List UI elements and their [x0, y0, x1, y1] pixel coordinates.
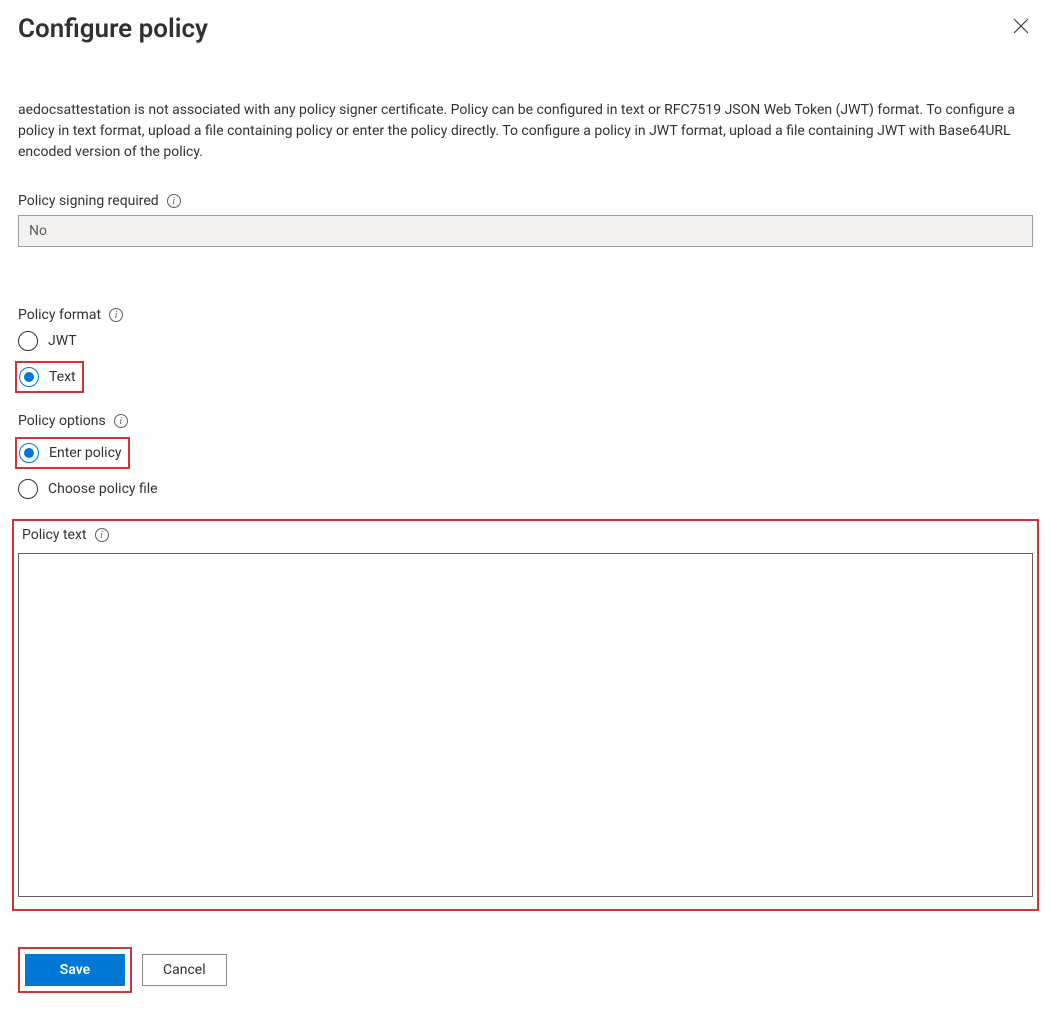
format-jwt-label: JWT: [48, 333, 77, 349]
radio-icon: [18, 331, 38, 351]
cancel-button[interactable]: Cancel: [142, 954, 227, 986]
format-text-label: Text: [49, 369, 76, 385]
info-icon[interactable]: i: [167, 194, 181, 208]
highlight-policy-text: Policy text i: [12, 519, 1039, 911]
options-enter-label: Enter policy: [49, 445, 122, 461]
close-icon: [1013, 18, 1029, 34]
radio-icon: [19, 367, 39, 387]
save-button[interactable]: Save: [25, 954, 125, 986]
button-row: Save Cancel: [18, 947, 1033, 993]
dialog-description: aedocsattestation is not associated with…: [18, 100, 1033, 163]
info-icon[interactable]: i: [95, 528, 109, 542]
signing-field: Policy signing required i: [18, 193, 1033, 247]
format-label: Policy format: [18, 307, 101, 323]
policy-text-input[interactable]: [18, 553, 1033, 897]
radio-icon: [19, 443, 39, 463]
options-choose-label: Choose policy file: [48, 481, 158, 497]
info-icon[interactable]: i: [109, 308, 123, 322]
format-field: Policy format i JWT Text: [18, 307, 1033, 393]
dialog-header: Configure policy: [18, 14, 1033, 44]
radio-icon: [18, 479, 38, 499]
options-radio-choose[interactable]: Choose policy file: [18, 479, 1033, 499]
info-icon[interactable]: i: [114, 414, 128, 428]
signing-label: Policy signing required: [18, 193, 159, 209]
signing-input: [18, 215, 1033, 247]
dialog-title: Configure policy: [18, 14, 208, 44]
options-field: Policy options i Enter policy Choose pol…: [18, 413, 1033, 499]
highlight-format-text: Text: [15, 361, 84, 393]
format-radio-text[interactable]: Text: [19, 367, 76, 387]
policy-text-label: Policy text: [22, 527, 87, 543]
options-radio-enter[interactable]: Enter policy: [19, 443, 122, 463]
format-radio-jwt[interactable]: JWT: [18, 331, 1033, 351]
close-button[interactable]: [1009, 14, 1033, 41]
highlight-enter-policy: Enter policy: [15, 437, 130, 469]
options-label: Policy options: [18, 413, 106, 429]
highlight-save: Save: [18, 947, 132, 993]
